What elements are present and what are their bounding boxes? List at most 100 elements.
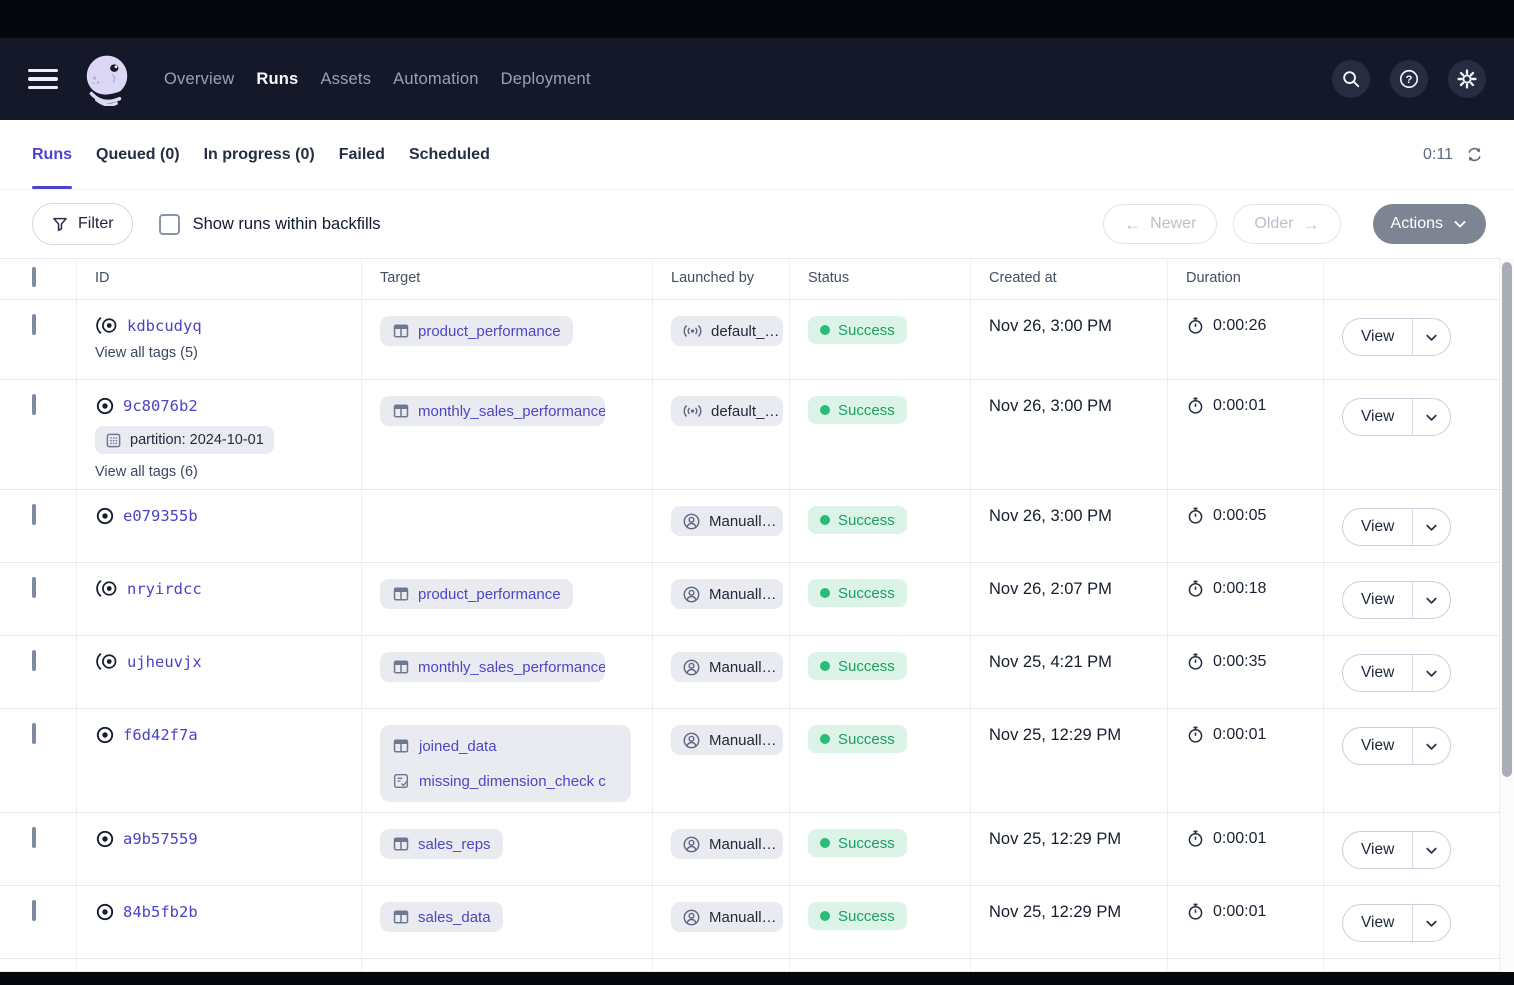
view-all-tags-link[interactable]: View all tags (6): [95, 464, 198, 480]
view-button[interactable]: View: [1343, 832, 1413, 868]
row-checkbox[interactable]: [32, 723, 36, 744]
view-dropdown-button[interactable]: [1413, 728, 1450, 764]
older-button[interactable]: Older →: [1233, 204, 1340, 244]
refresh-icon: [1465, 145, 1484, 164]
tab-scheduled[interactable]: Scheduled: [409, 120, 490, 189]
target-asset-link[interactable]: joined_data: [392, 737, 619, 755]
chevron-down-icon: [1424, 739, 1439, 754]
launched-by-pill[interactable]: Manuall…: [671, 902, 783, 932]
view-button[interactable]: View: [1343, 905, 1413, 941]
view-dropdown-button[interactable]: [1413, 509, 1450, 545]
view-dropdown-button[interactable]: [1413, 832, 1450, 868]
target-asset-pill[interactable]: monthly_sales_performance: [380, 652, 605, 682]
row-checkbox[interactable]: [32, 504, 36, 525]
target-asset-pill[interactable]: product_performance: [380, 316, 573, 346]
launched-by-pill[interactable]: default_…: [671, 396, 783, 426]
nav-item-assets[interactable]: Assets: [320, 70, 371, 89]
view-button[interactable]: View: [1343, 655, 1413, 691]
view-button[interactable]: View: [1343, 319, 1413, 355]
newer-button[interactable]: ← Newer: [1103, 204, 1217, 244]
actions-button[interactable]: Actions: [1373, 204, 1486, 244]
created-at: Nov 26, 2:07 PM: [971, 563, 1168, 635]
run-id-link[interactable]: 9c8076b2: [123, 397, 198, 415]
view-dropdown-button[interactable]: [1413, 655, 1450, 691]
dagster-logo[interactable]: [80, 52, 134, 106]
view-dropdown-button[interactable]: [1413, 319, 1450, 355]
target-check-link[interactable]: missing_dimension_check c: [392, 772, 619, 790]
row-checkbox[interactable]: [32, 827, 36, 848]
hamburger-menu-icon[interactable]: [28, 69, 58, 90]
tab-failed[interactable]: Failed: [339, 120, 385, 189]
nav-item-runs[interactable]: Runs: [256, 70, 298, 89]
table-row: 84b5fb2b sales_data Manuall… Success: [0, 886, 1500, 959]
tab-runs[interactable]: Runs: [32, 120, 72, 189]
re-execution-icon: [95, 652, 119, 671]
settings-button[interactable]: [1448, 60, 1486, 98]
partition-tag[interactable]: partition: 2024-10-01: [95, 426, 274, 454]
refresh-countdown: 0:11: [1423, 146, 1453, 164]
row-checkbox[interactable]: [32, 314, 36, 335]
runs-tabs-bar: Runs Queued (0) In progress (0) Failed S…: [0, 120, 1514, 190]
view-button[interactable]: View: [1343, 509, 1413, 545]
target-asset-pill[interactable]: product_performance: [380, 579, 573, 609]
view-split-button: View: [1342, 654, 1451, 692]
status-badge[interactable]: Success: [808, 506, 907, 534]
row-checkbox[interactable]: [32, 577, 36, 598]
view-button[interactable]: View: [1343, 399, 1413, 435]
asset-table-icon: [392, 402, 410, 420]
search-button[interactable]: [1332, 60, 1370, 98]
run-id-link[interactable]: 84b5fb2b: [123, 903, 198, 921]
run-id-link[interactable]: kdbcudyq: [127, 317, 202, 335]
launched-by-pill[interactable]: Manuall…: [671, 652, 783, 682]
view-button[interactable]: View: [1343, 582, 1413, 618]
view-dropdown-button[interactable]: [1413, 399, 1450, 435]
launched-by-pill[interactable]: Manuall…: [671, 506, 783, 536]
nav-item-deployment[interactable]: Deployment: [501, 70, 591, 89]
nav-item-automation[interactable]: Automation: [393, 70, 478, 89]
vertical-scrollbar[interactable]: [1500, 258, 1514, 972]
filter-button[interactable]: Filter: [32, 203, 133, 245]
view-all-tags-link[interactable]: View all tags (5): [95, 345, 198, 361]
stopwatch-icon: [1186, 506, 1205, 525]
target-asset-pill[interactable]: monthly_sales_performance: [380, 396, 605, 426]
row-checkbox[interactable]: [32, 394, 36, 415]
run-id-link[interactable]: f6d42f7a: [123, 726, 198, 744]
launched-by-pill[interactable]: default_…: [671, 316, 783, 346]
run-id-link[interactable]: a9b57559: [123, 830, 198, 848]
run-id-link[interactable]: e079355b: [123, 507, 198, 525]
run-icon: [95, 725, 115, 745]
header-id: ID: [77, 259, 362, 299]
target-asset-pill[interactable]: sales_reps: [380, 829, 503, 859]
show-backfills-checkbox[interactable]: [159, 214, 180, 235]
status-badge[interactable]: Success: [808, 396, 907, 424]
launched-by-pill[interactable]: Manuall…: [671, 725, 783, 755]
refresh-button[interactable]: [1465, 145, 1484, 164]
view-split-button: View: [1342, 904, 1451, 942]
scrollbar-thumb[interactable]: [1502, 262, 1512, 777]
launched-by-pill[interactable]: Manuall…: [671, 829, 783, 859]
success-dot-icon: [820, 661, 830, 671]
status-badge[interactable]: Success: [808, 316, 907, 344]
target-asset-pill[interactable]: sales_data: [380, 902, 503, 932]
tab-in-progress[interactable]: In progress (0): [204, 120, 315, 189]
app-window: Overview Runs Assets Automation Deployme…: [0, 0, 1514, 985]
run-id-link[interactable]: nryirdcc: [127, 580, 202, 598]
select-all-checkbox[interactable]: [32, 267, 36, 287]
tab-queued[interactable]: Queued (0): [96, 120, 180, 189]
status-badge[interactable]: Success: [808, 579, 907, 607]
nav-item-overview[interactable]: Overview: [164, 70, 234, 89]
status-badge[interactable]: Success: [808, 652, 907, 680]
help-button[interactable]: [1390, 60, 1428, 98]
run-icon: [95, 396, 115, 416]
view-dropdown-button[interactable]: [1413, 905, 1450, 941]
view-dropdown-button[interactable]: [1413, 582, 1450, 618]
gear-icon: [1456, 68, 1478, 90]
run-id-link[interactable]: ujheuvjx: [127, 653, 202, 671]
status-badge[interactable]: Success: [808, 902, 907, 930]
status-badge[interactable]: Success: [808, 725, 907, 753]
launched-by-pill[interactable]: Manuall…: [671, 579, 783, 609]
row-checkbox[interactable]: [32, 650, 36, 671]
row-checkbox[interactable]: [32, 900, 36, 921]
view-button[interactable]: View: [1343, 728, 1413, 764]
status-badge[interactable]: Success: [808, 829, 907, 857]
